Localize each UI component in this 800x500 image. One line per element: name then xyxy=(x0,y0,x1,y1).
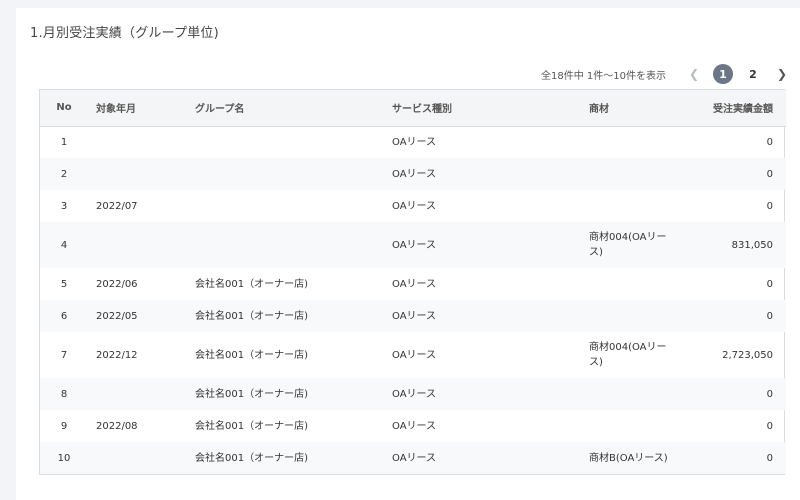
cell-month: 2022/07 xyxy=(96,200,138,212)
cell-group: 会社名001（オーナー店) xyxy=(195,452,308,464)
cell-amount: 2,723,050 xyxy=(722,349,773,361)
cell-month: 2022/12 xyxy=(96,349,138,361)
cell-group xyxy=(187,126,384,158)
header-item: 商材 xyxy=(589,104,609,116)
cell-service: OAリース xyxy=(392,168,437,180)
cell-no: 6 xyxy=(60,310,68,322)
cell-group: 会社名001（オーナー店) xyxy=(195,310,308,322)
cell-group: 会社名001（オーナー店) xyxy=(195,278,308,290)
cell-amount: 0 xyxy=(766,420,773,432)
table-row: 2 OAリース 0 xyxy=(40,158,786,190)
page-2-button[interactable]: 2 xyxy=(743,64,763,84)
cell-no: 1 xyxy=(60,136,68,148)
header-group: グループ名 xyxy=(195,104,245,116)
cell-no: 3 xyxy=(60,200,68,212)
cell-group xyxy=(187,222,384,268)
chevron-left-icon[interactable]: ❮ xyxy=(686,67,702,81)
cell-no: 7 xyxy=(60,349,68,361)
cell-item xyxy=(581,268,679,300)
cell-month xyxy=(88,222,187,268)
table-row: 8 会社名001（オーナー店) OAリース 0 xyxy=(40,378,786,410)
cell-no: 9 xyxy=(60,420,68,432)
cell-month: 2022/08 xyxy=(96,420,138,432)
section-title: 1.月別受注実績（グループ単位) xyxy=(30,26,219,41)
table-row: 7 2022/12 会社名001（オーナー店) OAリース 商材004(OAリー… xyxy=(40,332,786,378)
cell-service: OAリース xyxy=(392,420,437,432)
cell-no: 5 xyxy=(60,278,68,290)
cell-service: OAリース xyxy=(392,452,437,464)
table-row: 1 OAリース 0 xyxy=(40,126,786,158)
cell-service: OAリース xyxy=(392,388,437,400)
cell-service: OAリース xyxy=(392,239,437,251)
chevron-right-icon[interactable]: ❯ xyxy=(774,67,790,81)
table-row: 10 会社名001（オーナー店) OAリース 商材B(OAリース) 0 xyxy=(40,442,786,474)
orders-table-container: No 対象年月 グループ名 サービス種別 商材 受注実績金額 1 OAリース 0 xyxy=(39,89,786,475)
cell-no: 2 xyxy=(60,168,68,180)
cell-item xyxy=(581,378,679,410)
header-month: 対象年月 xyxy=(96,104,136,116)
cell-item xyxy=(581,300,679,332)
cell-amount: 0 xyxy=(766,310,773,322)
cell-item: 商材004(OAリース) xyxy=(589,232,667,258)
cell-group xyxy=(187,158,384,190)
table-row: 9 2022/08 会社名001（オーナー店) OAリース 0 xyxy=(40,410,786,442)
pagination: 全18件中 1件〜10件を表示 ❮ 1 2 ❯ xyxy=(541,62,800,86)
cell-item xyxy=(581,158,679,190)
cell-no: 8 xyxy=(60,388,68,400)
cell-service: OAリース xyxy=(392,278,437,290)
orders-table: No 対象年月 グループ名 サービス種別 商材 受注実績金額 1 OAリース 0 xyxy=(40,90,786,474)
cell-item xyxy=(581,126,679,158)
cell-item xyxy=(581,410,679,442)
cell-amount: 0 xyxy=(766,278,773,290)
cell-no: 10 xyxy=(57,452,71,464)
cell-item: 商材B(OAリース) xyxy=(589,452,668,464)
cell-service: OAリース xyxy=(392,349,437,361)
table-header-row: No 対象年月 グループ名 サービス種別 商材 受注実績金額 xyxy=(40,90,786,126)
cell-amount: 0 xyxy=(766,168,773,180)
cell-item xyxy=(581,190,679,222)
cell-group: 会社名001（オーナー店) xyxy=(195,388,308,400)
header-no: No xyxy=(56,102,72,114)
page-1-button[interactable]: 1 xyxy=(713,64,733,84)
cell-month xyxy=(88,378,187,410)
cell-item: 商材004(OAリース) xyxy=(589,342,667,368)
cell-service: OAリース xyxy=(392,310,437,322)
cell-month xyxy=(88,126,187,158)
cell-service: OAリース xyxy=(392,136,437,148)
cell-group xyxy=(187,190,384,222)
cell-month: 2022/05 xyxy=(96,310,138,322)
cell-no: 4 xyxy=(60,239,68,251)
cell-amount: 0 xyxy=(766,136,773,148)
table-row: 6 2022/05 会社名001（オーナー店) OAリース 0 xyxy=(40,300,786,332)
cell-group: 会社名001（オーナー店) xyxy=(195,420,308,432)
monthly-orders-card: 1.月別受注実績（グループ単位) 全18件中 1件〜10件を表示 ❮ 1 2 ❯… xyxy=(16,8,800,500)
table-row: 4 OAリース 商材004(OAリース) 831,050 xyxy=(40,222,786,268)
cell-amount: 831,050 xyxy=(731,239,773,251)
table-row: 3 2022/07 OAリース 0 xyxy=(40,190,786,222)
cell-amount: 0 xyxy=(766,388,773,400)
header-amount: 受注実績金額 xyxy=(713,104,773,116)
cell-service: OAリース xyxy=(392,200,437,212)
pagination-info: 全18件中 1件〜10件を表示 xyxy=(541,70,666,82)
cell-month xyxy=(88,158,187,190)
cell-month xyxy=(88,442,187,474)
table-row: 5 2022/06 会社名001（オーナー店) OAリース 0 xyxy=(40,268,786,300)
cell-amount: 0 xyxy=(766,452,773,464)
cell-amount: 0 xyxy=(766,200,773,212)
cell-month: 2022/06 xyxy=(96,278,138,290)
cell-group: 会社名001（オーナー店) xyxy=(195,349,308,361)
header-service: サービス種別 xyxy=(392,104,452,116)
